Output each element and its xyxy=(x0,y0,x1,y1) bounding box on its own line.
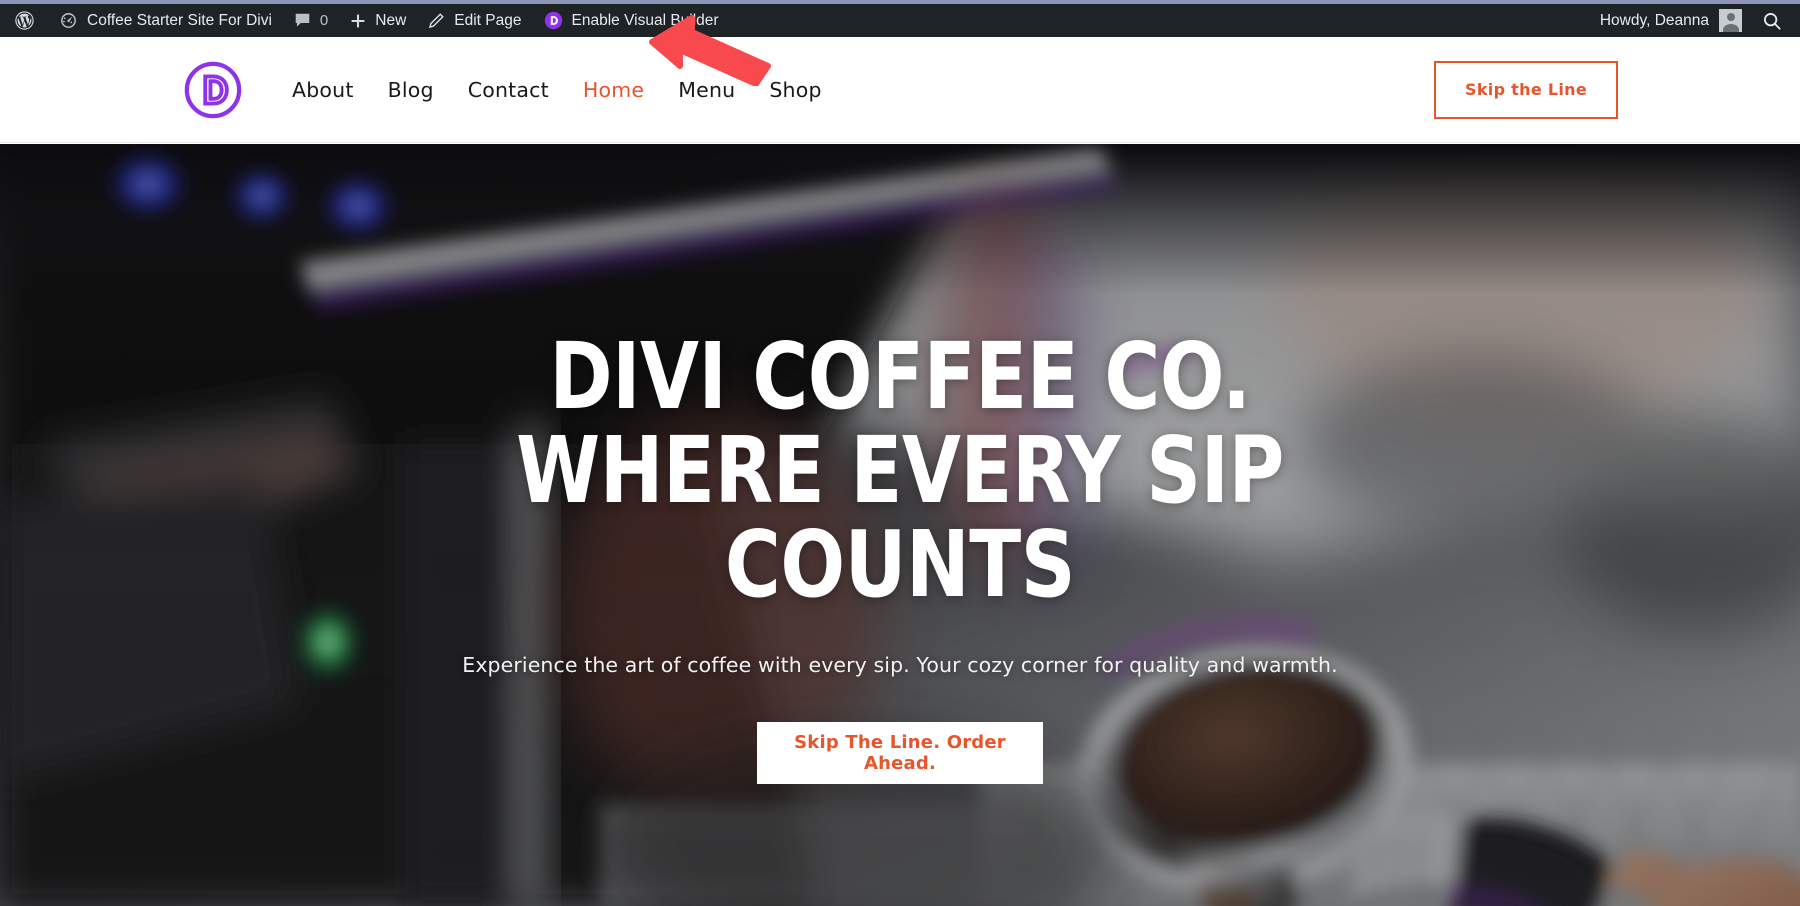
nav-item-home[interactable]: Home xyxy=(566,72,661,108)
admin-bar-howdy-menu[interactable]: Howdy, Deanna xyxy=(1588,4,1754,37)
pencil-icon xyxy=(428,12,445,29)
howdy-label: Howdy, Deanna xyxy=(1599,11,1709,29)
admin-bar-comments[interactable]: 0 xyxy=(283,4,339,37)
admin-bar-enable-visual-builder[interactable]: Enable Visual Builder xyxy=(533,4,730,37)
nav-item-shop[interactable]: Shop xyxy=(752,72,838,108)
wordpress-admin-bar: Coffee Starter Site For Divi 0 New Edit … xyxy=(0,4,1800,37)
hero-section: Divi Coffee Co. Where Every Sip Counts E… xyxy=(0,144,1800,906)
dashboard-icon xyxy=(59,11,78,30)
search-icon xyxy=(1762,11,1782,31)
hero-title: Divi Coffee Co. Where Every Sip Counts xyxy=(516,323,1284,618)
hero-subtitle: Experience the art of coffee with every … xyxy=(462,653,1338,678)
admin-bar-new-content[interactable]: New xyxy=(339,4,417,37)
admin-bar-site-name[interactable]: Coffee Starter Site For Divi xyxy=(48,4,283,37)
hero-content: Divi Coffee Co. Where Every Sip Counts E… xyxy=(0,323,1800,785)
wordpress-logo-menu[interactable] xyxy=(0,4,48,37)
avatar xyxy=(1719,9,1742,32)
divi-logo[interactable] xyxy=(182,59,244,121)
plus-icon xyxy=(350,13,366,29)
header-skip-the-line-button[interactable]: Skip the Line xyxy=(1434,60,1618,119)
divi-logo-icon xyxy=(184,61,242,118)
wordpress-logo-icon xyxy=(14,10,35,31)
nav-item-blog[interactable]: Blog xyxy=(371,72,451,108)
nav-item-menu[interactable]: Menu xyxy=(661,72,752,108)
site-header: About Blog Contact Home Menu Shop Skip t… xyxy=(0,37,1800,143)
site-name-label: Coffee Starter Site For Divi xyxy=(87,11,272,29)
admin-bar-right-group: Howdy, Deanna xyxy=(1588,4,1800,37)
edit-page-label: Edit Page xyxy=(454,11,522,29)
hero-order-ahead-button[interactable]: Skip The Line. Order Ahead. xyxy=(757,722,1043,785)
comments-count: 0 xyxy=(319,12,329,29)
primary-navigation: About Blog Contact Home Menu Shop xyxy=(275,72,839,108)
admin-bar-edit-page[interactable]: Edit Page xyxy=(417,4,532,37)
nav-item-about[interactable]: About xyxy=(275,72,371,108)
enable-visual-builder-label: Enable Visual Builder xyxy=(571,11,719,29)
nav-item-contact[interactable]: Contact xyxy=(451,72,566,108)
admin-bar-left-group: Coffee Starter Site For Divi 0 New Edit … xyxy=(0,4,730,37)
admin-bar-search-button[interactable] xyxy=(1754,4,1800,37)
new-content-label: New xyxy=(375,11,407,29)
divi-badge-icon xyxy=(544,11,563,30)
comment-bubble-icon xyxy=(294,12,311,29)
